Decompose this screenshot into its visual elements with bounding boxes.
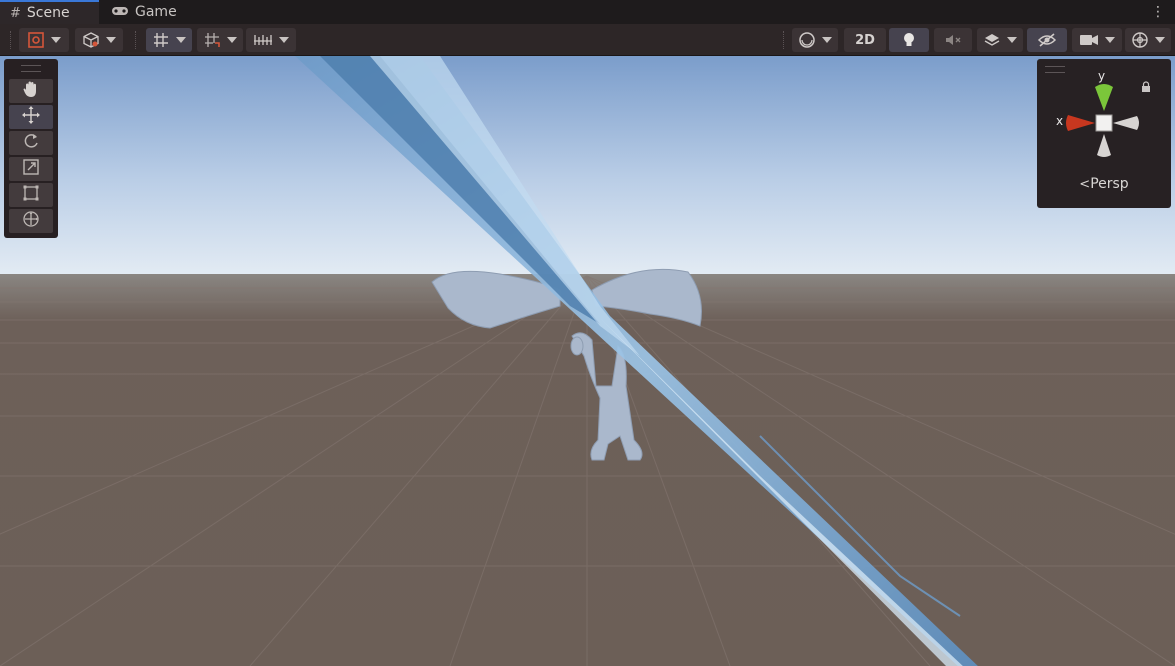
- layers-icon: [983, 32, 1001, 48]
- toggle-2d-label: 2D: [855, 32, 875, 48]
- eye-hidden-icon: [1037, 32, 1057, 48]
- chevron-down-icon: [822, 37, 832, 43]
- neg-x-axis-cone[interactable]: [1113, 116, 1139, 130]
- tab-game-label: Game: [135, 4, 177, 20]
- tab-scene[interactable]: # Scene: [0, 0, 99, 24]
- scene-toolbar: 2D: [0, 24, 1175, 56]
- lightbulb-icon: [901, 31, 917, 49]
- chevron-down-icon: [176, 37, 186, 43]
- increment-snap-button[interactable]: [246, 28, 296, 52]
- transform-icon: [21, 209, 41, 233]
- cube-icon: [82, 31, 100, 49]
- gamepad-icon: [111, 4, 129, 20]
- toggle-2d-button[interactable]: 2D: [844, 28, 886, 52]
- chevron-down-icon: [51, 37, 61, 43]
- scene-viewport[interactable]: [0, 56, 1175, 666]
- grid-icon: #: [10, 5, 21, 21]
- toolbar-separator: [135, 31, 138, 49]
- draw-mode-icon: [27, 31, 45, 49]
- projection-label: Persp: [1090, 176, 1129, 192]
- sphere-icon: [798, 31, 816, 49]
- chevron-down-icon: [106, 37, 116, 43]
- effects-button[interactable]: [977, 28, 1023, 52]
- scene-visibility-button[interactable]: [1027, 28, 1067, 52]
- overlay-grip-handle[interactable]: [21, 65, 41, 72]
- chevron-down-icon: [1007, 37, 1017, 43]
- scene-window: # Scene Game ⋮ 2D y x <Persp: [0, 0, 1175, 666]
- more-options-icon[interactable]: ⋮: [1151, 2, 1165, 22]
- camera-icon: [1079, 33, 1099, 47]
- chevron-down-icon: [279, 37, 289, 43]
- render-mode-button[interactable]: [75, 28, 123, 52]
- grid-toggle-icon: [152, 31, 170, 49]
- x-axis-cone[interactable]: [1066, 115, 1095, 131]
- rotate-tool-button[interactable]: [9, 131, 53, 155]
- perspective-icon: <: [1079, 177, 1091, 192]
- snap-button[interactable]: [197, 28, 243, 52]
- rect-transform-icon: [21, 183, 41, 207]
- chevron-down-icon: [227, 37, 237, 43]
- draw-mode-button[interactable]: [19, 28, 69, 52]
- center-cube[interactable]: [1095, 114, 1113, 132]
- gizmos-button[interactable]: [1125, 28, 1171, 52]
- tools-overlay: [4, 59, 58, 238]
- projection-toggle[interactable]: <Persp: [1037, 176, 1171, 192]
- gizmo-globe-icon: [1131, 31, 1149, 49]
- scale-tool-button[interactable]: [9, 157, 53, 181]
- grid-visibility-button[interactable]: [146, 28, 192, 52]
- snap-grid-icon: [203, 31, 221, 49]
- move-tool-button[interactable]: [9, 105, 53, 129]
- hand-tool-button[interactable]: [9, 79, 53, 103]
- toolbar-separator: [783, 31, 786, 49]
- move-arrows-icon: [21, 105, 41, 129]
- chevron-down-icon: [1155, 37, 1165, 43]
- tab-game[interactable]: Game: [101, 0, 191, 24]
- tab-scene-label: Scene: [26, 5, 70, 21]
- rotate-icon: [21, 131, 41, 155]
- neg-y-axis-cone[interactable]: [1097, 134, 1111, 157]
- tab-bar: # Scene Game ⋮: [0, 0, 1175, 24]
- hand-icon: [21, 79, 41, 103]
- toolbar-grip: [10, 31, 13, 49]
- camera-settings-button[interactable]: [1072, 28, 1122, 52]
- y-axis-cone[interactable]: [1095, 84, 1113, 111]
- mute-icon: [944, 32, 962, 48]
- scale-icon: [21, 157, 41, 181]
- shading-mode-button[interactable]: [792, 28, 838, 52]
- transform-tool-button[interactable]: [9, 209, 53, 233]
- chevron-down-icon: [1105, 37, 1115, 43]
- orientation-gizmo: y x <Persp: [1037, 59, 1171, 208]
- skybox: [0, 56, 1175, 278]
- rect-tool-button[interactable]: [9, 183, 53, 207]
- audio-toggle-button[interactable]: [934, 28, 972, 52]
- ruler-icon: [253, 32, 273, 48]
- lighting-toggle-button[interactable]: [889, 28, 929, 52]
- axis-cones[interactable]: [1037, 59, 1171, 169]
